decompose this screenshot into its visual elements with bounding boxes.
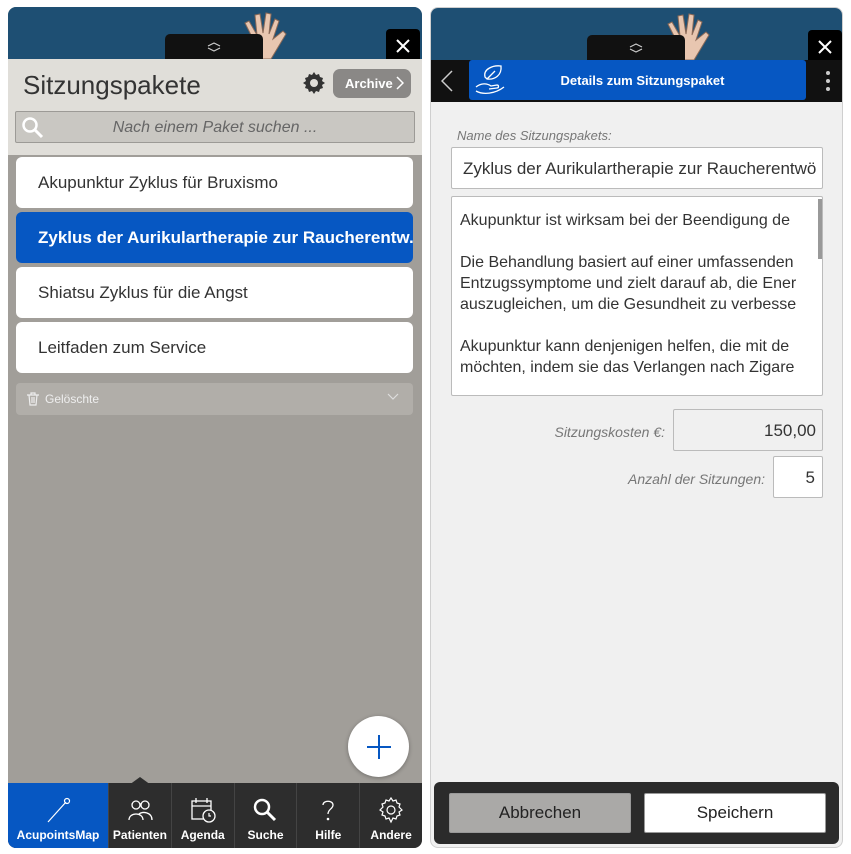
description-paragraph: Die Behandlung basiert auf einer umfasse…	[460, 252, 822, 315]
back-chevron-icon[interactable]	[441, 70, 453, 92]
description-scrollbar[interactable]	[818, 199, 822, 259]
chevron-down-icon	[387, 393, 399, 400]
chevron-right-icon	[396, 76, 404, 90]
description-paragraph: Akupunktur ist wirksam bei der Beendigun…	[460, 210, 822, 231]
close-icon	[818, 40, 832, 54]
panel-grip-handle[interactable]	[587, 35, 685, 60]
list-item[interactable]: Shiatsu Zyklus für die Angst	[16, 267, 413, 318]
session-count-label: Anzahl der Sitzungen:	[628, 471, 765, 487]
archive-button[interactable]: Archive	[333, 69, 411, 98]
top-banner	[431, 8, 842, 60]
details-header: Details zum Sitzungspaket	[431, 60, 842, 102]
trash-icon	[27, 392, 39, 406]
top-banner	[8, 7, 422, 59]
needle-icon	[47, 797, 71, 823]
tab-acupointsmap[interactable]: AcupointsMap	[8, 783, 108, 848]
tab-suche[interactable]: Suche	[233, 783, 297, 848]
description-line: Die Behandlung basiert auf einer umfasse…	[460, 254, 794, 271]
list-item-selected[interactable]: Zyklus der Aurikulartherapie zur Raucher…	[16, 212, 413, 263]
package-description-textarea[interactable]: Akupunktur ist wirksam bei der Beendigun…	[451, 196, 823, 396]
details-title: Details zum Sitzungspaket	[560, 73, 725, 88]
packages-list-panel: Sitzungspakete Archive Nach einem Paket …	[8, 7, 422, 848]
list-header: Sitzungspakete Archive Nach einem Paket …	[8, 59, 422, 155]
close-icon	[396, 39, 410, 53]
description-paragraph: Akupunktur kann denjenigen helfen, die m…	[460, 336, 822, 378]
tab-label: Agenda	[180, 828, 225, 842]
package-name-input[interactable]: Zyklus der Aurikulartherapie zur Raucher…	[451, 147, 823, 189]
list-item[interactable]: Akupunktur Zyklus für Bruxismo	[16, 157, 413, 208]
save-button[interactable]: Speichern	[644, 793, 826, 833]
list-item[interactable]: Leitfaden zum Service	[16, 322, 413, 373]
tab-label: Patienten	[112, 828, 167, 842]
session-count-input[interactable]: 5	[773, 456, 823, 498]
close-button[interactable]	[386, 29, 420, 59]
bottom-tab-bar: AcupointsMap Patienten Agenda Suche Hilf…	[8, 783, 422, 848]
tab-agenda[interactable]: Agenda	[170, 783, 234, 848]
cancel-button[interactable]: Abbrechen	[449, 793, 631, 833]
packages-list: Akupunktur Zyklus für Bruxismo Zyklus de…	[16, 157, 413, 377]
session-cost-input[interactable]: 150,00	[673, 409, 823, 451]
settings-gear-icon[interactable]	[302, 71, 326, 95]
close-button[interactable]	[808, 30, 842, 60]
deleted-label: Gelöschte	[45, 392, 100, 406]
description-line: Entzugssymptome und zielt darauf ab, die…	[460, 275, 797, 292]
tab-label: Suche	[247, 828, 284, 842]
description-line: auszugleichen, um die Gesundheit zu verb…	[460, 296, 797, 313]
session-cost-label: Sitzungskosten €:	[554, 424, 665, 440]
page-title: Sitzungspakete	[23, 70, 201, 100]
description-line: möchten, indem sie das Verlangen nach Zi…	[460, 359, 795, 376]
package-name-label: Name des Sitzungspakets:	[457, 128, 612, 143]
more-options-icon[interactable]	[826, 70, 830, 92]
plus-icon	[366, 734, 391, 759]
action-bar: Abbrechen Speichern	[434, 782, 839, 844]
calendar-icon	[191, 798, 216, 823]
tab-label: AcupointsMap	[16, 828, 100, 842]
tab-andere[interactable]: Andere	[359, 783, 422, 848]
tab-hilfe[interactable]: Hilfe	[296, 783, 359, 848]
search-placeholder: Nach einem Paket suchen ...	[112, 119, 318, 136]
search-input[interactable]: Nach einem Paket suchen ...	[15, 111, 415, 143]
search-icon	[254, 798, 277, 822]
deleted-section-toggle[interactable]: Gelöschte	[16, 383, 413, 415]
tab-label: Andere	[370, 828, 412, 842]
patients-icon	[128, 800, 153, 821]
tab-label: Hilfe	[315, 828, 342, 842]
description-line: Akupunktur kann denjenigen helfen, die m…	[460, 338, 790, 355]
panel-grip-handle[interactable]	[165, 34, 263, 59]
package-details-panel: Details zum Sitzungspaket Name des Sitzu…	[430, 7, 843, 848]
description-line: Akupunktur ist wirksam bei der Beendigun…	[460, 212, 790, 229]
details-title-bar: Details zum Sitzungspaket	[469, 60, 806, 100]
gear-icon	[379, 796, 404, 824]
hand-leaf-icon	[475, 65, 505, 94]
archive-label: Archive	[345, 76, 393, 91]
help-icon	[322, 800, 334, 821]
tab-patienten[interactable]: Patienten	[108, 783, 171, 848]
add-package-button[interactable]	[348, 716, 409, 777]
